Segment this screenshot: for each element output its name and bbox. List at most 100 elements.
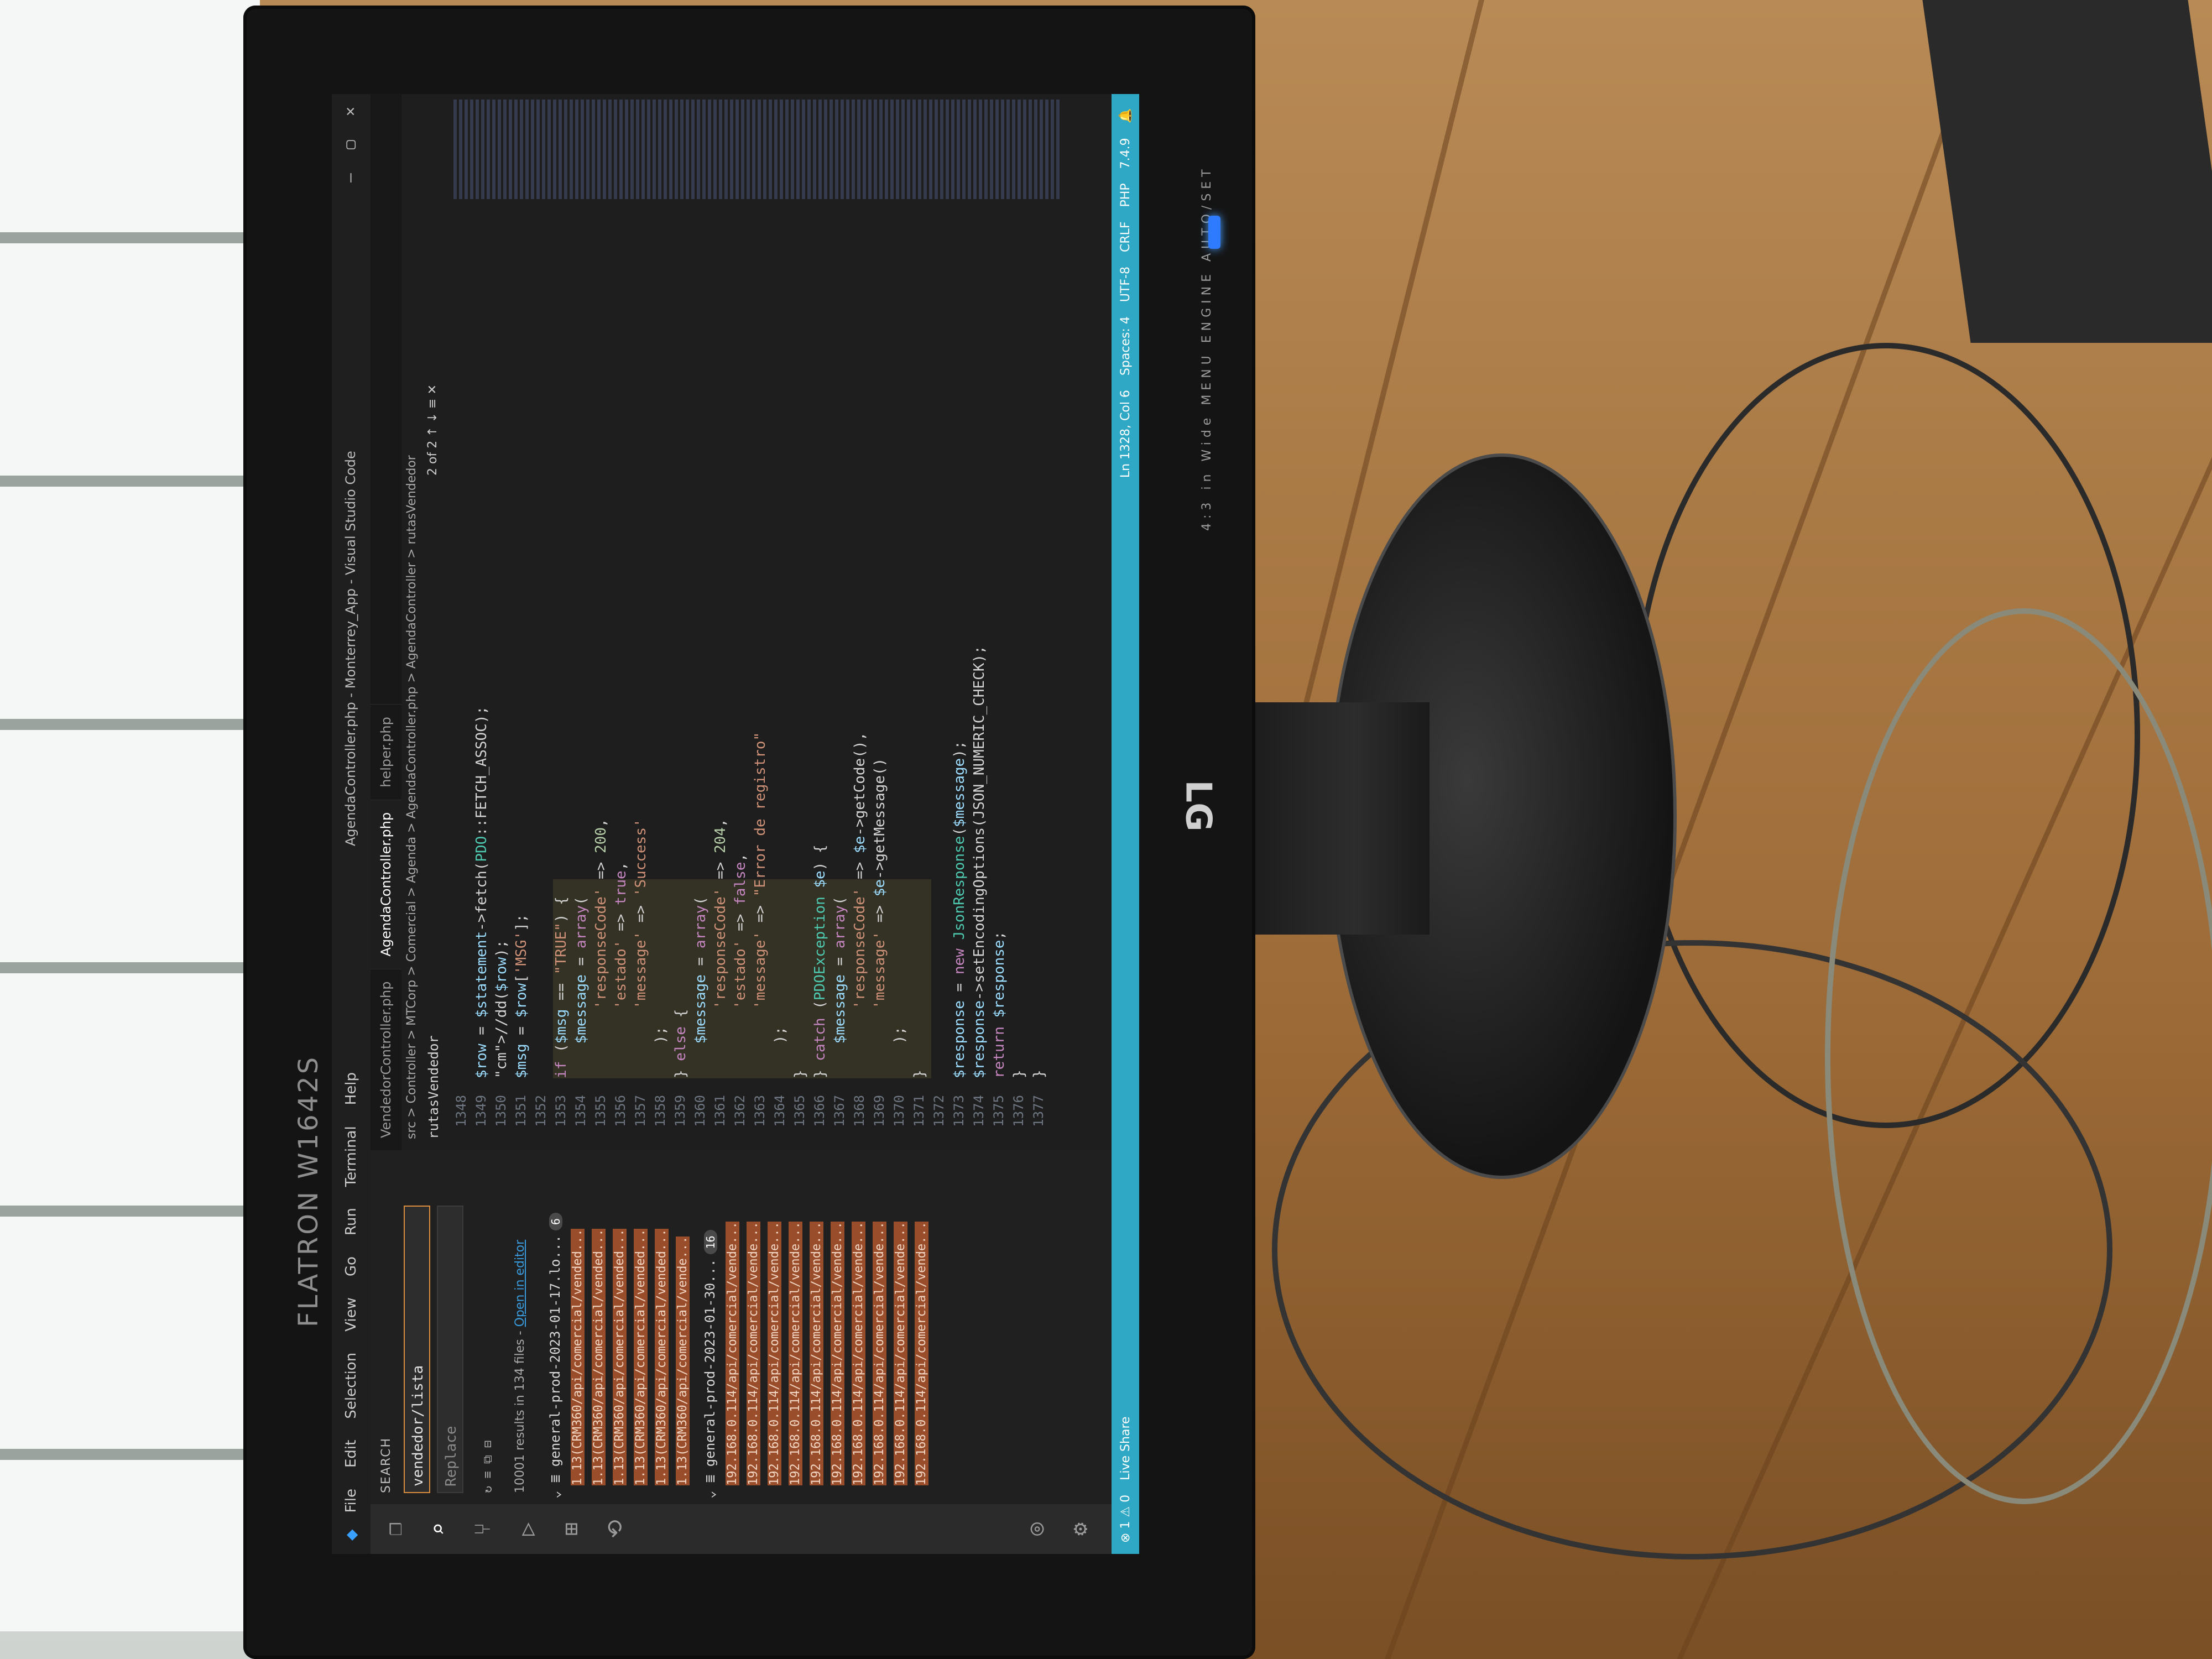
code-line[interactable]: $message = array( (692, 896, 709, 1078)
code-line[interactable]: $msg = $row['MSG']; (513, 914, 530, 1078)
search-result-text: 192.168.0.114/api/comercial/vende... (831, 1222, 844, 1485)
problems-indicator[interactable]: ⊗ 1 ⚠ 0 (1119, 1495, 1133, 1543)
maximize-icon[interactable]: ▢ (341, 140, 359, 149)
find-widget[interactable]: 2 of 2 ↑ ↓ ≡ ✕ (426, 384, 440, 476)
tab-helper[interactable]: helper.php (371, 704, 401, 800)
code-line[interactable]: 'responseCode' => $e->getCode(), (852, 732, 868, 1078)
code-line[interactable]: ); (653, 1026, 669, 1078)
chevron-down-icon: ⌄ (702, 1483, 718, 1499)
menu-file[interactable]: File (343, 1489, 359, 1513)
remote-icon[interactable]: ⟲ (603, 1516, 628, 1542)
tab-vendedor-controller[interactable]: VendedorController.php (371, 968, 401, 1150)
code-line[interactable]: 'estado' => false, (732, 853, 749, 1078)
gear-icon[interactable]: ⚙ (1067, 1516, 1093, 1542)
code-line[interactable]: $response->setEncodingOptions(JSON_NUMER… (971, 645, 988, 1078)
code-line[interactable]: $response = new JsonResponse($message); (951, 740, 968, 1078)
code-line[interactable]: 'message' => $e->getMessage() (872, 758, 888, 1078)
code-line[interactable]: 'message' => "Error de registro" (752, 732, 769, 1078)
search-result-text: 1.13(CRM360/api/comercial/vended... (634, 1229, 648, 1485)
line-number: 1356 (613, 1095, 628, 1127)
power-led-icon[interactable] (1208, 216, 1220, 249)
code-line[interactable]: } catch (PDOException $e) { (812, 844, 828, 1078)
search-result-row[interactable]: 192.168.0.114/api/comercial/vende... (873, 1154, 891, 1485)
search-result-row[interactable]: 192.168.0.114/api/comercial/vende... (810, 1154, 828, 1485)
code-line[interactable]: 'estado' => true, (613, 862, 629, 1078)
account-icon[interactable]: ◎ (1023, 1516, 1048, 1542)
line-number: 1351 (513, 1095, 529, 1127)
menu-edit[interactable]: Edit (343, 1440, 359, 1468)
line-number: 1369 (872, 1095, 887, 1127)
code-line[interactable]: } (911, 1070, 928, 1078)
search-result-row[interactable]: 192.168.0.114/api/comercial/vende... (894, 1154, 912, 1485)
code-line[interactable]: } (792, 1070, 808, 1078)
code-line[interactable]: ); (772, 1026, 789, 1078)
minimap[interactable] (453, 100, 1062, 199)
code-line[interactable]: 'responseCode' => 200, (593, 818, 609, 1078)
extensions-icon[interactable]: ⊞ (559, 1516, 584, 1542)
search-result-row[interactable]: 192.168.0.114/api/comercial/vende... (747, 1154, 765, 1485)
line-ending[interactable]: CRLF (1119, 221, 1133, 252)
code-line[interactable]: return $response; (991, 931, 1008, 1078)
notifications-icon[interactable]: 🔔 (1119, 108, 1133, 123)
code-line[interactable]: ); (891, 1026, 908, 1078)
search-result-row[interactable]: 1.13(CRM360/api/comercial/vended... (613, 1154, 632, 1485)
search-result-row[interactable]: 192.168.0.114/api/comercial/vende... (915, 1154, 933, 1485)
search-result-row[interactable]: 1.13(CRM360/api/comercial/vended... (634, 1154, 653, 1485)
result-file-group[interactable]: ⌄ ≣ general-prod-2023-01-30... 16 (702, 1230, 718, 1499)
search-result-row[interactable]: 192.168.0.114/api/comercial/vende... (789, 1154, 807, 1485)
search-result-row[interactable]: 1.13(CRM360/api/comercial/vende... (676, 1154, 695, 1485)
search-result-row[interactable]: 1.13(CRM360/api/comercial/vended... (592, 1154, 611, 1485)
search-sidebar: SEARCH vendedor/lista Replace ↻ ≡ ⧉ ⊟ 10… (371, 1149, 1112, 1504)
vscode-window: ◆ File Edit Selection View Go Run Termin… (332, 94, 1139, 1554)
find-nav-icon[interactable]: ↑ ↓ ≡ ✕ (426, 384, 440, 437)
vscode-logo-icon: ◆ (340, 1529, 362, 1541)
code-line[interactable]: "cm">//dd($row); (493, 940, 510, 1078)
open-in-editor-link[interactable]: Open in editor (513, 1240, 527, 1327)
search-result-row[interactable]: 1.13(CRM360/api/comercial/vended... (655, 1154, 674, 1485)
code-line[interactable]: $row = $statement->fetch(PDO::FETCH_ASSO… (473, 706, 490, 1078)
code-line[interactable]: } else { (672, 1009, 689, 1078)
source-control-icon[interactable]: ⑂ (470, 1516, 495, 1542)
live-share-button[interactable]: Live Share (1119, 1416, 1133, 1480)
run-debug-icon[interactable]: ▷ (514, 1516, 540, 1542)
activity-bar: ❐ ⌕ ⑂ ▷ ⊞ ⟲ ◎ ⚙ (371, 1504, 1112, 1554)
encoding[interactable]: UTF-8 (1119, 267, 1133, 302)
search-result-row[interactable]: 192.168.0.114/api/comercial/vende... (726, 1154, 744, 1485)
search-result-row[interactable]: 192.168.0.114/api/comercial/vende... (852, 1154, 870, 1485)
sticky-scroll-header[interactable]: rutasVendedor (426, 1035, 441, 1139)
search-result-row[interactable]: 192.168.0.114/api/comercial/vende... (831, 1154, 849, 1485)
tab-agenda-controller[interactable]: AgendaController.php (371, 799, 401, 969)
minimize-icon[interactable]: — (341, 173, 359, 182)
cursor-position[interactable]: Ln 1328, Col 6 (1119, 390, 1133, 478)
result-file-group[interactable]: ⌄ ≣ general-prod-2023-01-17.lo... 6 (547, 1213, 563, 1499)
menu-view[interactable]: View (343, 1297, 359, 1332)
indentation[interactable]: Spaces: 4 (1119, 316, 1133, 375)
replace-input[interactable]: Replace (437, 1206, 463, 1493)
menu-go[interactable]: Go (343, 1256, 359, 1276)
code-line[interactable]: 'message' => 'Success' (633, 818, 649, 1078)
results-count: 10001 results in 134 files - (513, 1327, 527, 1493)
explorer-icon[interactable]: ❐ (382, 1516, 407, 1542)
line-number: 1349 (473, 1095, 489, 1127)
search-result-text: 1.13(CRM360/api/comercial/vended... (655, 1229, 669, 1485)
code-line[interactable]: if ($msg == "TRUE") { (553, 896, 570, 1078)
menu-help[interactable]: Help (343, 1072, 359, 1105)
menu-run[interactable]: Run (343, 1208, 359, 1235)
menu-selection[interactable]: Selection (343, 1353, 359, 1419)
breadcrumb[interactable]: src > Controller > MTCorp > Comercial > … (405, 455, 419, 1139)
search-icon[interactable]: ⌕ (426, 1516, 451, 1542)
code-line[interactable]: } (1031, 1070, 1047, 1078)
code-line[interactable]: 'responseCode' => 204, (712, 818, 729, 1078)
search-input[interactable]: vendedor/lista (404, 1206, 430, 1493)
search-result-row[interactable]: 192.168.0.114/api/comercial/vende... (768, 1154, 786, 1485)
code-line[interactable]: $message = array( (573, 896, 589, 1078)
code-line[interactable]: $message = array( (832, 896, 848, 1078)
line-number-gutter: 1348 1349 1350 1351 1352 1353 1354 1355 1356 1357… (453, 1089, 1062, 1150)
search-refresh-icon[interactable]: ↻ ≡ ⧉ ⊟ (481, 1441, 495, 1493)
code-line[interactable]: } (1011, 1070, 1027, 1078)
search-result-row[interactable]: 1.13(CRM360/api/comercial/vended... (571, 1154, 589, 1485)
php-version[interactable]: 7.4.9 (1119, 138, 1133, 169)
language-mode[interactable]: PHP (1119, 183, 1133, 207)
menu-terminal[interactable]: Terminal (343, 1126, 359, 1187)
close-icon[interactable]: ✕ (341, 107, 359, 116)
